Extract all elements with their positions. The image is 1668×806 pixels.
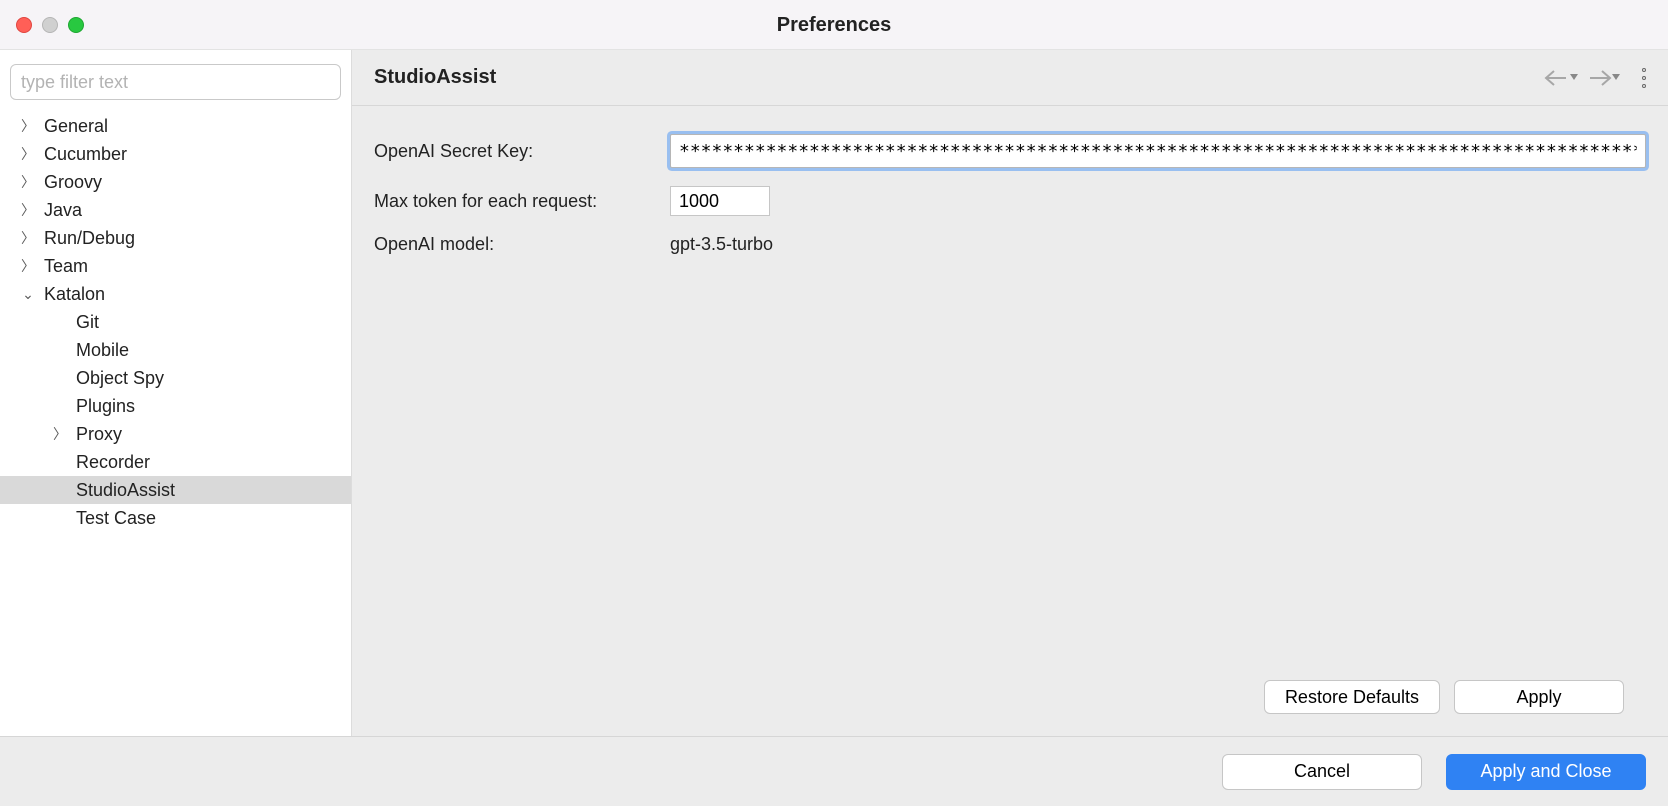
openai-model-value: gpt-3.5-turbo bbox=[670, 234, 773, 255]
max-token-label: Max token for each request: bbox=[374, 191, 670, 212]
dialog-footer: Cancel Apply and Close bbox=[0, 736, 1668, 806]
panel-title: StudioAssist bbox=[374, 66, 496, 89]
forward-button[interactable] bbox=[1584, 67, 1622, 89]
tree-item-studioassist[interactable]: StudioAssist bbox=[0, 476, 351, 504]
tree-item-general[interactable]: 〉General bbox=[0, 112, 351, 140]
history-nav bbox=[1542, 67, 1646, 89]
row-max-token: Max token for each request: bbox=[374, 186, 1646, 216]
chevron-right-icon: 〉 bbox=[20, 228, 36, 248]
dropdown-icon bbox=[1570, 74, 1578, 82]
dot-icon bbox=[1642, 68, 1646, 72]
panel-body: OpenAI Secret Key: Max token for each re… bbox=[352, 106, 1668, 736]
arrow-left-icon bbox=[1544, 69, 1570, 87]
tree-item-java[interactable]: 〉Java bbox=[0, 196, 351, 224]
restore-defaults-button[interactable]: Restore Defaults bbox=[1264, 680, 1440, 714]
titlebar: Preferences bbox=[0, 0, 1668, 50]
openai-model-label: OpenAI model: bbox=[374, 234, 670, 255]
window-controls bbox=[16, 17, 84, 33]
apply-button[interactable]: Apply bbox=[1454, 680, 1624, 714]
maximize-window-icon[interactable] bbox=[68, 17, 84, 33]
tree-item-proxy[interactable]: 〉Proxy bbox=[0, 420, 351, 448]
tree-item-plugins[interactable]: Plugins bbox=[0, 392, 351, 420]
dot-icon bbox=[1642, 76, 1646, 80]
preferences-window: Preferences 〉General 〉Cucumber 〉Groovy 〉… bbox=[0, 0, 1668, 806]
max-token-input[interactable] bbox=[670, 186, 770, 216]
back-button[interactable] bbox=[1542, 67, 1580, 89]
tree-item-groovy[interactable]: 〉Groovy bbox=[0, 168, 351, 196]
close-window-icon[interactable] bbox=[16, 17, 32, 33]
row-openai-secret: OpenAI Secret Key: bbox=[374, 134, 1646, 168]
chevron-right-icon: 〉 bbox=[20, 256, 36, 276]
openai-secret-input[interactable] bbox=[670, 134, 1646, 168]
row-openai-model: OpenAI model: gpt-3.5-turbo bbox=[374, 234, 1646, 255]
chevron-right-icon: 〉 bbox=[52, 424, 68, 444]
tree-item-test-case[interactable]: Test Case bbox=[0, 504, 351, 532]
arrow-right-icon bbox=[1586, 69, 1612, 87]
tree-item-run-debug[interactable]: 〉Run/Debug bbox=[0, 224, 351, 252]
tree-item-katalon[interactable]: ⌄Katalon bbox=[0, 280, 351, 308]
chevron-right-icon: 〉 bbox=[20, 200, 36, 220]
dropdown-icon bbox=[1612, 74, 1620, 82]
minimize-window-icon bbox=[42, 17, 58, 33]
tree-item-recorder[interactable]: Recorder bbox=[0, 448, 351, 476]
tree-item-cucumber[interactable]: 〉Cucumber bbox=[0, 140, 351, 168]
chevron-down-icon: ⌄ bbox=[20, 286, 36, 303]
tree-item-object-spy[interactable]: Object Spy bbox=[0, 364, 351, 392]
tree-item-mobile[interactable]: Mobile bbox=[0, 336, 351, 364]
sidebar: 〉General 〉Cucumber 〉Groovy 〉Java 〉Run/De… bbox=[0, 50, 352, 736]
cancel-button[interactable]: Cancel bbox=[1222, 754, 1422, 790]
panel-header: StudioAssist bbox=[352, 50, 1668, 106]
preferences-tree: 〉General 〉Cucumber 〉Groovy 〉Java 〉Run/De… bbox=[0, 110, 351, 736]
window-title: Preferences bbox=[0, 0, 1668, 50]
filter-input[interactable] bbox=[10, 64, 341, 100]
chevron-right-icon: 〉 bbox=[20, 144, 36, 164]
panel-menu-button[interactable] bbox=[1642, 68, 1646, 88]
body: 〉General 〉Cucumber 〉Groovy 〉Java 〉Run/De… bbox=[0, 50, 1668, 736]
chevron-right-icon: 〉 bbox=[20, 116, 36, 136]
tree-item-team[interactable]: 〉Team bbox=[0, 252, 351, 280]
tree-item-git[interactable]: Git bbox=[0, 308, 351, 336]
chevron-right-icon: 〉 bbox=[20, 172, 36, 192]
main-panel: StudioAssist bbox=[352, 50, 1668, 736]
apply-and-close-button[interactable]: Apply and Close bbox=[1446, 754, 1646, 790]
panel-buttons: Restore Defaults Apply bbox=[374, 680, 1646, 736]
dot-icon bbox=[1642, 84, 1646, 88]
openai-secret-label: OpenAI Secret Key: bbox=[374, 141, 670, 162]
